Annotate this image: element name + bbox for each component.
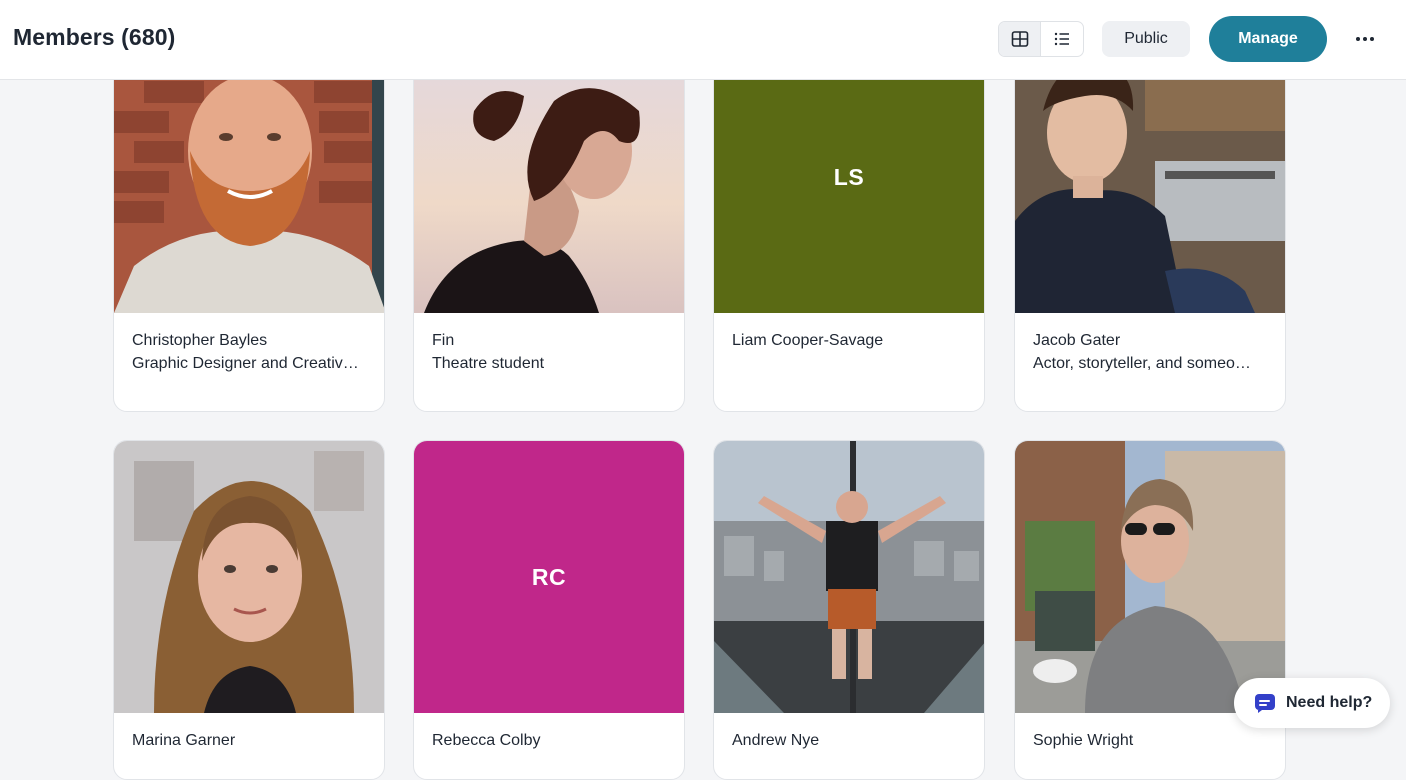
list-icon bbox=[1054, 32, 1069, 46]
member-card[interactable]: Marina Garner bbox=[113, 440, 385, 780]
member-initials-avatar: LS bbox=[714, 41, 984, 313]
member-photo bbox=[1015, 41, 1285, 313]
member-bio: Theatre student bbox=[432, 355, 545, 372]
grid-view-button[interactable] bbox=[999, 22, 1042, 56]
member-card[interactable]: RC Rebecca Colby bbox=[413, 440, 685, 780]
public-button[interactable]: Public bbox=[1102, 21, 1190, 57]
members-grid: Christopher Bayles Graphic Designer and … bbox=[0, 0, 1406, 780]
member-initials-avatar: RC bbox=[414, 441, 684, 713]
member-name[interactable]: Fin bbox=[432, 329, 666, 352]
member-card[interactable]: Andrew Nye bbox=[713, 440, 985, 780]
member-photo bbox=[714, 441, 984, 713]
member-name[interactable]: Jacob Gater bbox=[1033, 329, 1267, 352]
member-name[interactable]: Christopher Bayles bbox=[132, 329, 366, 352]
member-photo bbox=[114, 441, 384, 713]
member-photo bbox=[114, 41, 384, 313]
page-title: Members (680) bbox=[13, 24, 176, 50]
member-card[interactable]: Fin Theatre student bbox=[413, 40, 685, 412]
grid-icon bbox=[1011, 31, 1028, 47]
member-name[interactable]: Sophie Wright bbox=[1033, 729, 1267, 752]
member-card[interactable]: Christopher Bayles Graphic Designer and … bbox=[113, 40, 385, 412]
chat-bubble-icon bbox=[1255, 694, 1275, 713]
member-name[interactable]: Liam Cooper-Savage bbox=[732, 329, 966, 352]
member-name[interactable]: Andrew Nye bbox=[732, 729, 966, 752]
need-help-button[interactable]: Need help? bbox=[1234, 678, 1390, 728]
list-view-button[interactable] bbox=[1041, 22, 1083, 56]
member-bio: Actor, storyteller, and someo… bbox=[1033, 355, 1251, 372]
avatar-initials: RC bbox=[531, 563, 567, 590]
more-options-button[interactable] bbox=[1348, 24, 1382, 54]
member-card[interactable]: Sophie Wright bbox=[1014, 440, 1286, 780]
member-bio: Graphic Designer and Creativ… bbox=[132, 355, 359, 372]
member-photo bbox=[1015, 441, 1285, 713]
member-photo bbox=[414, 41, 684, 313]
member-name[interactable]: Marina Garner bbox=[132, 729, 366, 752]
need-help-label: Need help? bbox=[1286, 694, 1373, 711]
member-card[interactable]: Jacob Gater Actor, storyteller, and some… bbox=[1014, 40, 1286, 412]
manage-button[interactable]: Manage bbox=[1209, 16, 1327, 62]
top-bar: Members (680) Public Manage bbox=[0, 0, 1406, 80]
member-card[interactable]: LS Liam Cooper-Savage bbox=[713, 40, 985, 412]
more-horizontal-icon bbox=[1356, 37, 1374, 41]
member-name[interactable]: Rebecca Colby bbox=[432, 729, 666, 752]
avatar-initials: LS bbox=[833, 163, 865, 190]
view-toggle bbox=[998, 21, 1084, 57]
